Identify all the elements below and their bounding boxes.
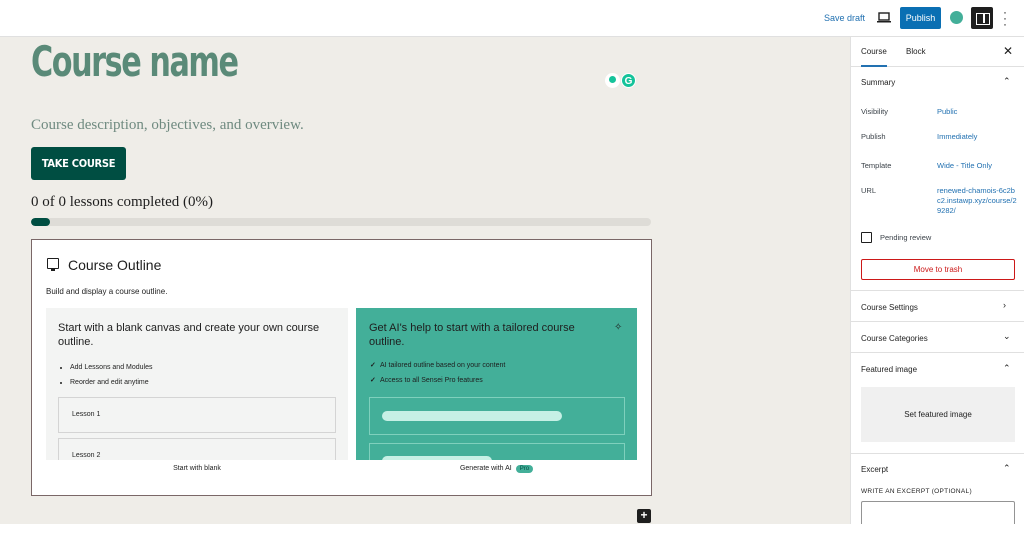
course-title[interactable]: Course name xyxy=(31,37,239,86)
ai-sparkle-icon: ✧ xyxy=(614,322,623,333)
close-icon[interactable]: ✕ xyxy=(1003,44,1013,58)
generate-ai-label: Generate with AI xyxy=(459,465,512,472)
sensei-logo-icon[interactable] xyxy=(950,11,963,24)
course-outline-block[interactable]: Course Outline Build and display a cours… xyxy=(31,239,652,496)
divider xyxy=(851,352,1024,353)
list-item: Add Lessons and Modules xyxy=(70,360,153,375)
visibility-label: Visibility xyxy=(861,107,888,116)
url-value[interactable]: renewed-chamois-6c2bc2.instawp.xyz/cours… xyxy=(937,186,1017,216)
more-options-icon[interactable]: · · · xyxy=(1002,6,1008,30)
save-draft-button[interactable]: Save draft xyxy=(824,13,865,23)
take-course-button[interactable]: TAKE COURSE xyxy=(31,147,126,180)
ai-preview-box xyxy=(369,443,625,460)
progress-text: 0 of 0 lessons completed (0%) xyxy=(31,194,214,210)
ai-check-item: ✓ Access to all Sensei Pro features xyxy=(370,377,483,384)
tab-course[interactable]: Course xyxy=(861,37,887,67)
publish-button[interactable]: Publish xyxy=(900,7,941,29)
add-block-button[interactable]: + xyxy=(637,509,651,523)
pending-review-label[interactable]: Pending review xyxy=(880,233,931,242)
divider xyxy=(851,453,1024,454)
chevron-up-icon[interactable]: ⌃ xyxy=(1003,463,1011,474)
template-label: Template xyxy=(861,161,892,170)
chevron-right-icon[interactable]: › xyxy=(1003,300,1006,310)
featured-image-panel[interactable]: Featured image xyxy=(861,365,917,374)
publish-label: Publish xyxy=(861,132,886,141)
outline-monitor-icon xyxy=(47,258,59,271)
preview-icon[interactable] xyxy=(877,11,891,23)
course-outline-title: Course Outline xyxy=(68,257,162,273)
blank-card-heading: Start with a blank canvas and create you… xyxy=(58,322,320,348)
sidebar-tabs: Course Block ✕ xyxy=(851,37,1024,67)
check-icon: ✓ xyxy=(370,377,376,384)
generate-with-ai-card[interactable]: Get AI's help to start with a tailored c… xyxy=(356,308,637,460)
start-blank-caption[interactable]: Start with blank xyxy=(46,465,348,472)
course-outline-subtitle: Build and display a course outline. xyxy=(46,287,168,296)
ai-card-heading: Get AI's help to start with a tailored c… xyxy=(369,322,575,348)
placeholder-bar xyxy=(382,456,492,460)
editor-canvas: Course name G Course description, object… xyxy=(0,37,850,524)
divider xyxy=(851,290,1024,291)
excerpt-label: WRITE AN EXCERPT (OPTIONAL) xyxy=(861,488,972,495)
pending-review-checkbox[interactable] xyxy=(861,232,872,243)
course-settings-panel[interactable]: Course Settings xyxy=(861,303,918,312)
ai-check-item: ✓ AI tailored outline based on your conte… xyxy=(370,362,506,369)
divider xyxy=(851,321,1024,322)
check-icon: ✓ xyxy=(370,362,376,369)
lesson-preview: Lesson 2 xyxy=(58,438,336,460)
settings-sidebar-toggle-icon[interactable] xyxy=(971,7,993,29)
chevron-down-icon[interactable]: ⌄ xyxy=(1003,331,1011,342)
course-outline-header: Course Outline xyxy=(47,257,161,273)
start-blank-card[interactable]: Start with a blank canvas and create you… xyxy=(46,308,348,460)
blank-card-bullets: Add Lessons and Modules Reorder and edit… xyxy=(70,360,153,390)
placeholder-bar xyxy=(382,411,562,421)
tab-block[interactable]: Block xyxy=(906,37,926,67)
chevron-up-icon[interactable]: ⌃ xyxy=(1003,76,1011,87)
excerpt-textarea[interactable] xyxy=(861,501,1015,524)
progress-bar xyxy=(31,218,651,226)
progress-bar-fill xyxy=(31,218,50,226)
summary-panel-title[interactable]: Summary xyxy=(861,78,895,87)
set-featured-image-button[interactable]: Set featured image xyxy=(861,387,1015,442)
lesson-preview: Lesson 1 xyxy=(58,397,336,433)
grammarly-icon[interactable]: G xyxy=(621,73,636,88)
course-categories-panel[interactable]: Course Categories xyxy=(861,334,928,343)
pro-badge: Pro xyxy=(515,465,534,473)
ai-preview-box xyxy=(369,397,625,435)
location-pin-icon[interactable] xyxy=(605,73,620,88)
list-item: Reorder and edit anytime xyxy=(70,375,153,390)
editor-top-bar: Save draft Publish · · · xyxy=(0,0,1024,37)
publish-value[interactable]: Immediately xyxy=(937,132,1017,142)
grammarly-widget[interactable]: G xyxy=(605,73,637,89)
generate-ai-caption[interactable]: Generate with AI Pro xyxy=(356,465,637,473)
visibility-value[interactable]: Public xyxy=(937,107,1017,117)
chevron-up-icon[interactable]: ⌃ xyxy=(1003,363,1011,374)
template-value[interactable]: Wide - Title Only xyxy=(937,161,1017,171)
course-description[interactable]: Course description, objectives, and over… xyxy=(31,117,304,134)
url-label: URL xyxy=(861,186,877,195)
move-to-trash-button[interactable]: Move to trash xyxy=(861,259,1015,280)
excerpt-panel[interactable]: Excerpt xyxy=(861,465,888,474)
settings-sidebar: Course Block ✕ Summary ⌃ Visibility Publ… xyxy=(850,37,1024,524)
